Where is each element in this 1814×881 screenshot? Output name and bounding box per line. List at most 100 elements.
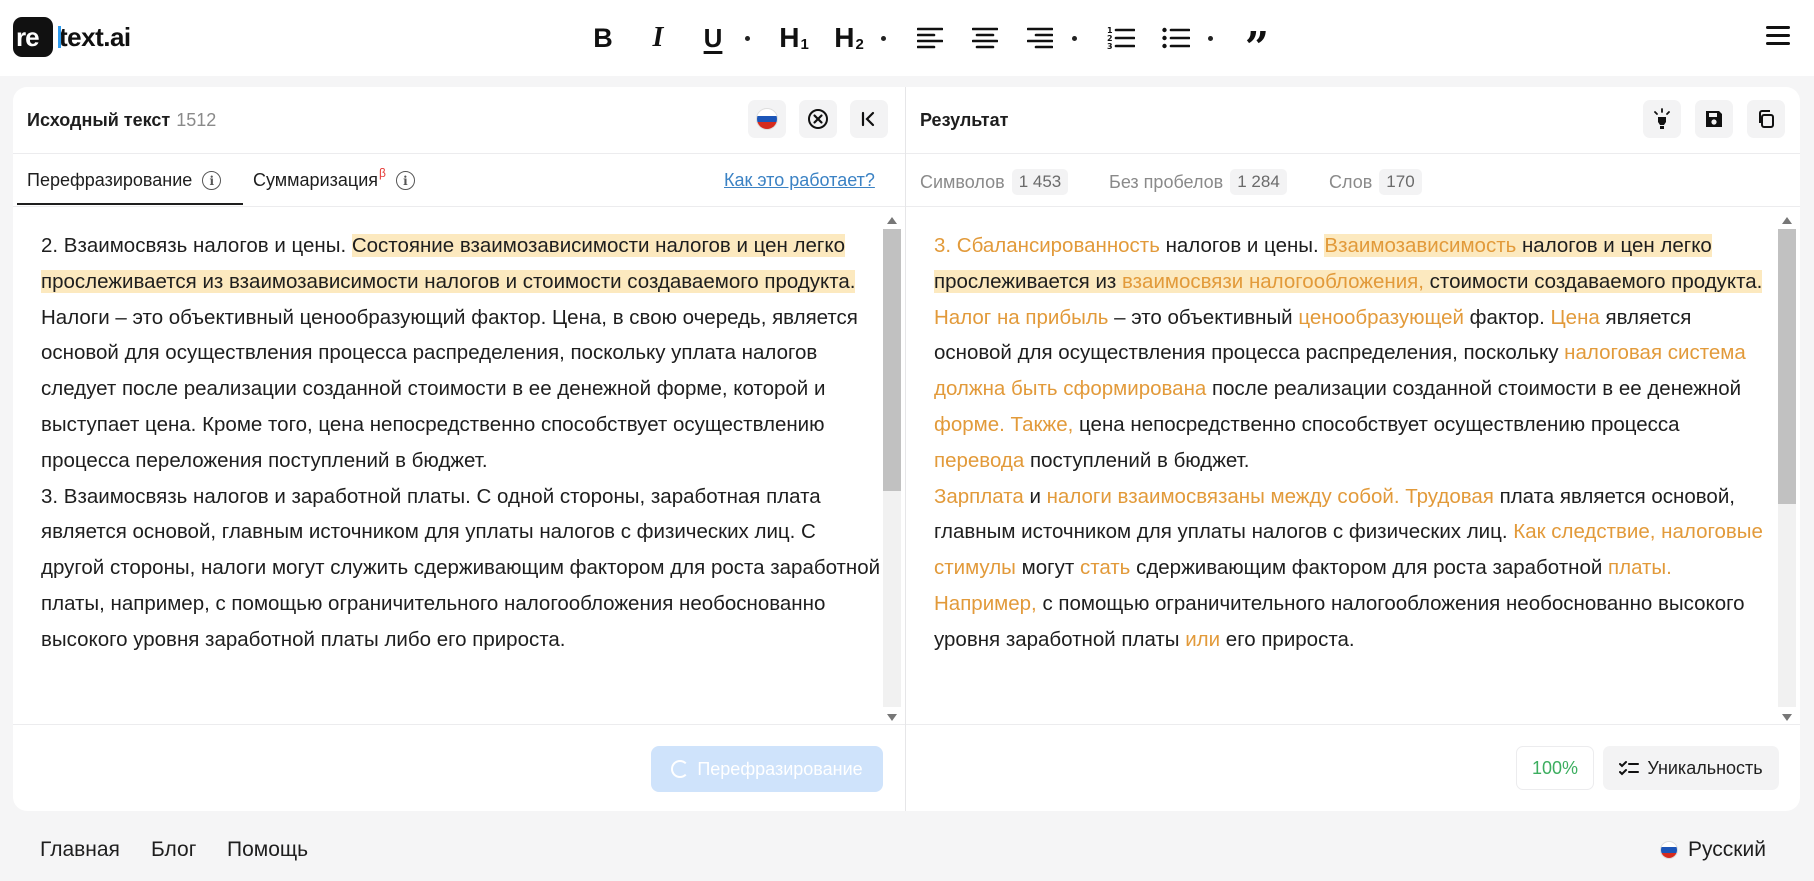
result-segment: форме. Также,: [934, 412, 1074, 436]
toolbar-separator: [1072, 35, 1077, 41]
site-footer: Главная Блог Помощь Русский: [0, 820, 1814, 881]
result-panel: Результат Символов 1 453 Без пробелов 1 28…: [906, 87, 1800, 811]
stat-label: Символов: [920, 171, 1005, 192]
align-left-button[interactable]: [913, 20, 947, 56]
russia-flag-icon: [1660, 841, 1678, 859]
result-segment: перевода: [934, 448, 1025, 472]
language-flag-button[interactable]: [748, 100, 786, 138]
scroll-up-arrow-icon[interactable]: [887, 217, 897, 224]
result-segment: стоимости создаваемого продукта.: [1423, 269, 1763, 293]
source-title: Исходный текст 1512: [27, 110, 216, 131]
result-segment: Зарплата: [934, 484, 1024, 508]
footer-link-blog[interactable]: Блог: [151, 838, 196, 862]
heading2-letter: H: [834, 22, 855, 53]
scroll-thumb[interactable]: [1778, 229, 1796, 504]
result-segment: налоги взаимосвязаны между собой. Трудов…: [1046, 484, 1494, 508]
source-panel: Исходный текст 1512 Перефразирование i Сум…: [13, 87, 905, 811]
logo-text: text.ai: [59, 21, 131, 52]
copy-icon: [1759, 110, 1774, 128]
mode-tabs: Перефразирование i Суммаризация β i Как это…: [13, 154, 905, 207]
result-segment: и: [1023, 484, 1047, 508]
underline-icon: U: [703, 22, 723, 53]
language-selector[interactable]: Русский: [1660, 838, 1766, 862]
result-segment: его прироста.: [1220, 627, 1355, 651]
heading1-letter: H: [779, 22, 800, 53]
result-title: Результат: [920, 110, 1009, 130]
result-segment: ценообразующей: [1298, 305, 1464, 329]
stat-value: 1 284: [1230, 169, 1287, 195]
result-segment: – это объективный: [1108, 305, 1299, 329]
italic-button[interactable]: I: [641, 20, 675, 56]
scroll-down-arrow-icon[interactable]: [1782, 714, 1792, 721]
result-segment: могут: [1015, 556, 1080, 580]
result-segment: сдерживающим фактором для роста заработн…: [1130, 556, 1608, 580]
footer-link-home[interactable]: Главная: [40, 838, 120, 862]
copy-button[interactable]: [1747, 100, 1785, 138]
source-title-label: Исходный текст: [27, 110, 171, 130]
stat-label: Без пробелов: [1109, 171, 1224, 192]
stat-characters: Символов 1 453: [920, 169, 1069, 195]
scroll-thumb[interactable]: [883, 229, 901, 491]
result-segment: Цена: [1550, 305, 1600, 329]
heading1-icon: H1: [779, 22, 809, 54]
svg-text:3: 3: [1107, 42, 1113, 51]
stat-label: Слов: [1329, 171, 1373, 192]
heading2-button[interactable]: H2: [832, 20, 866, 56]
result-segment: Налог на прибыль: [934, 305, 1109, 329]
uniqueness-button[interactable]: Уникальность: [1603, 746, 1779, 790]
ordered-list-button[interactable]: 123: [1104, 20, 1138, 56]
tab-summarization[interactable]: Суммаризация β i: [253, 166, 415, 191]
hamburger-menu-icon[interactable]: [1766, 26, 1790, 48]
logo[interactable]: re text.ai: [13, 17, 131, 57]
result-segment: фактор.: [1463, 305, 1551, 329]
top-bar: re text.ai B I U H1 H2 123 ”: [0, 0, 1814, 76]
source-scrollbar[interactable]: [883, 213, 901, 723]
source-footer: Перефразирование: [13, 724, 905, 811]
clear-button[interactable]: [799, 100, 837, 138]
result-text-area[interactable]: 3. Сбалансированность налогов и цены. Вз…: [906, 208, 1800, 724]
result-segment: 3. Сбалансированность: [934, 234, 1160, 257]
toolbar-separator: [1208, 35, 1213, 41]
info-icon[interactable]: i: [202, 171, 222, 190]
result-footer: 100% Уникальность: [906, 724, 1800, 811]
stat-value: 1 453: [1011, 169, 1069, 195]
source-text[interactable]: 2. Взаимосвязь налогов и цены. Состояние…: [41, 228, 881, 658]
collapse-left-icon: [861, 111, 875, 127]
result-scrollbar[interactable]: [1778, 213, 1796, 723]
result-header: Результат: [906, 87, 1800, 154]
align-center-button[interactable]: [968, 20, 1002, 56]
footer-link-help[interactable]: Помощь: [227, 838, 308, 862]
paraphrase-button[interactable]: Перефразирование: [651, 746, 883, 792]
source-segment: 3. Взаимосвязь налогов и заработной плат…: [41, 484, 881, 651]
info-icon[interactable]: i: [395, 171, 415, 190]
result-segment: налогов и цены.: [1159, 234, 1325, 257]
italic-icon: I: [652, 22, 664, 53]
language-label: Русский: [1688, 838, 1766, 861]
tab-paraphrase[interactable]: Перефразирование i: [27, 170, 222, 191]
bold-button[interactable]: B: [586, 20, 620, 56]
refresh-icon: [671, 760, 690, 778]
highlight-button[interactable]: [1643, 100, 1681, 138]
source-text-area[interactable]: 2. Взаимосвязь налогов и цены. Состояние…: [13, 208, 905, 724]
heading2-level: 2: [855, 36, 864, 53]
tab-paraphrase-label: Перефразирование: [27, 170, 193, 190]
underline-button[interactable]: U: [696, 20, 730, 56]
heading1-button[interactable]: H1: [777, 20, 811, 56]
bullet-list-button[interactable]: [1159, 20, 1193, 56]
result-segment: или: [1185, 627, 1221, 651]
source-segment: 2. Взаимосвязь налогов и цены.: [41, 234, 352, 257]
toolbar-separator: [881, 35, 886, 41]
heading2-icon: H2: [834, 22, 864, 54]
result-text[interactable]: 3. Сбалансированность налогов и цены. Вз…: [934, 228, 1774, 658]
save-button[interactable]: [1695, 100, 1733, 138]
collapse-panel-button[interactable]: [850, 100, 888, 138]
quote-button[interactable]: ”: [1240, 20, 1274, 69]
clear-circle-icon: [808, 109, 828, 129]
align-right-icon: [1027, 27, 1053, 49]
align-right-button[interactable]: [1023, 20, 1057, 56]
scroll-up-arrow-icon[interactable]: [1782, 217, 1792, 224]
scroll-down-arrow-icon[interactable]: [887, 714, 897, 721]
paraphrase-button-label: Перефразирование: [697, 758, 863, 779]
how-it-works-link[interactable]: Как это работает?: [724, 170, 875, 191]
bold-icon: B: [593, 22, 613, 53]
